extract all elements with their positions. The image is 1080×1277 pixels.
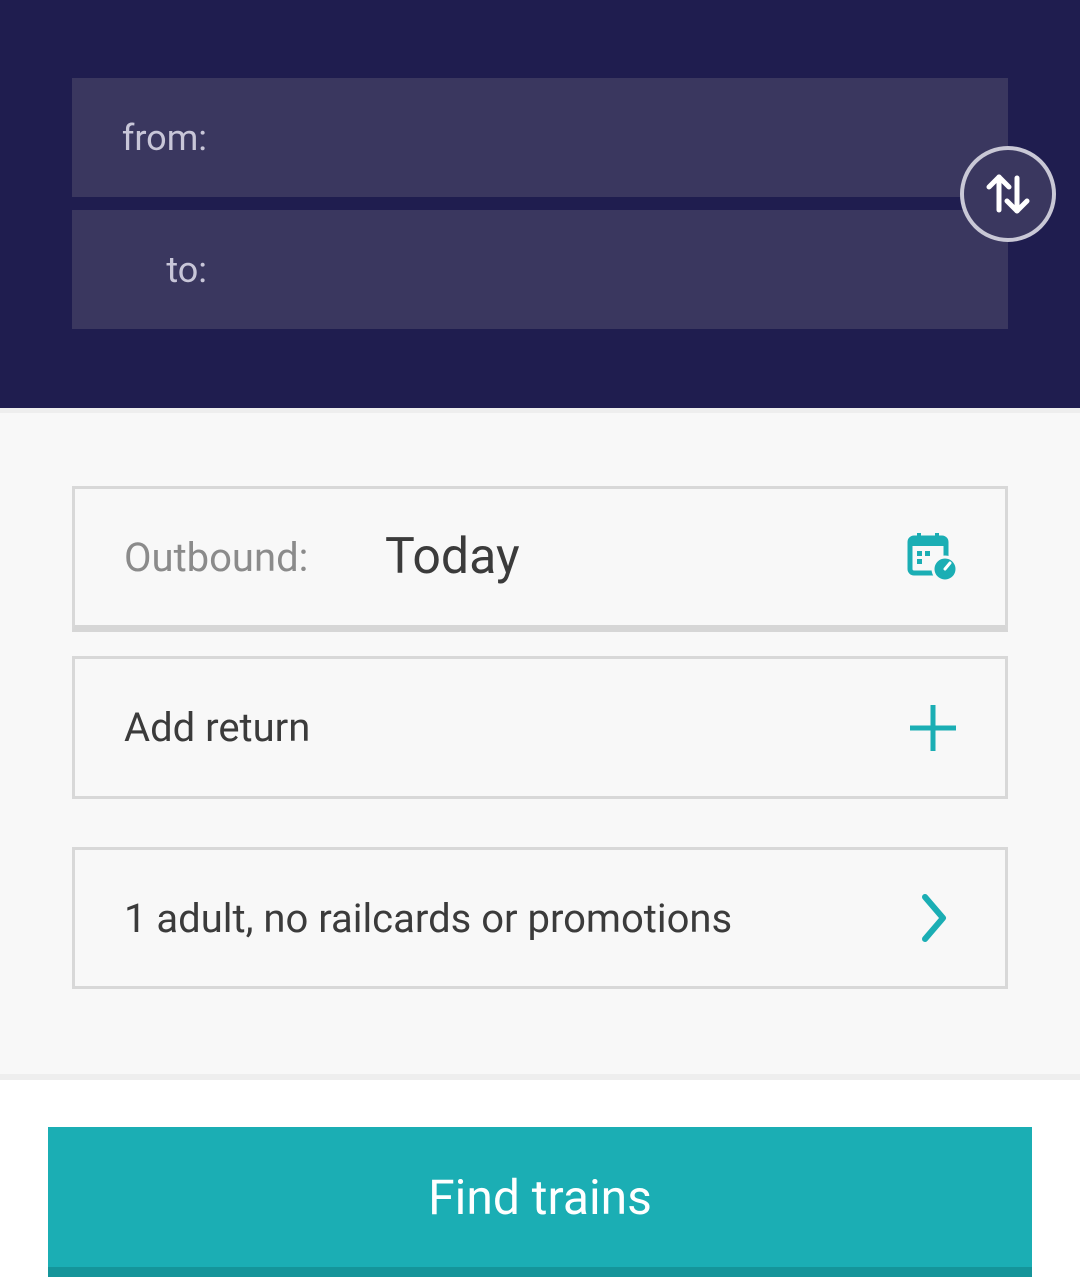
swap-stations-button[interactable]	[960, 146, 1056, 242]
outbound-date-value: Today	[385, 528, 520, 586]
find-trains-button[interactable]: Find trains	[48, 1127, 1032, 1277]
search-header: from: to:	[0, 0, 1080, 408]
passengers-railcards-selector[interactable]: 1 adult, no railcards or promotions	[72, 847, 1008, 989]
from-label: from:	[121, 116, 207, 159]
add-return-label: Add return	[124, 704, 311, 751]
to-label: to:	[166, 248, 207, 291]
add-return-button[interactable]: Add return	[72, 656, 1008, 799]
from-field[interactable]: from:	[72, 78, 1008, 197]
calendar-clock-icon	[907, 531, 959, 583]
outbound-date-selector[interactable]: Outbound: Today	[72, 486, 1008, 632]
outbound-label: Outbound:	[124, 533, 309, 581]
passengers-summary-label: 1 adult, no railcards or promotions	[124, 894, 733, 942]
swap-vertical-icon	[986, 174, 1030, 214]
chevron-right-icon	[907, 892, 959, 944]
plus-icon	[907, 702, 959, 754]
to-field[interactable]: to:	[72, 210, 1008, 329]
